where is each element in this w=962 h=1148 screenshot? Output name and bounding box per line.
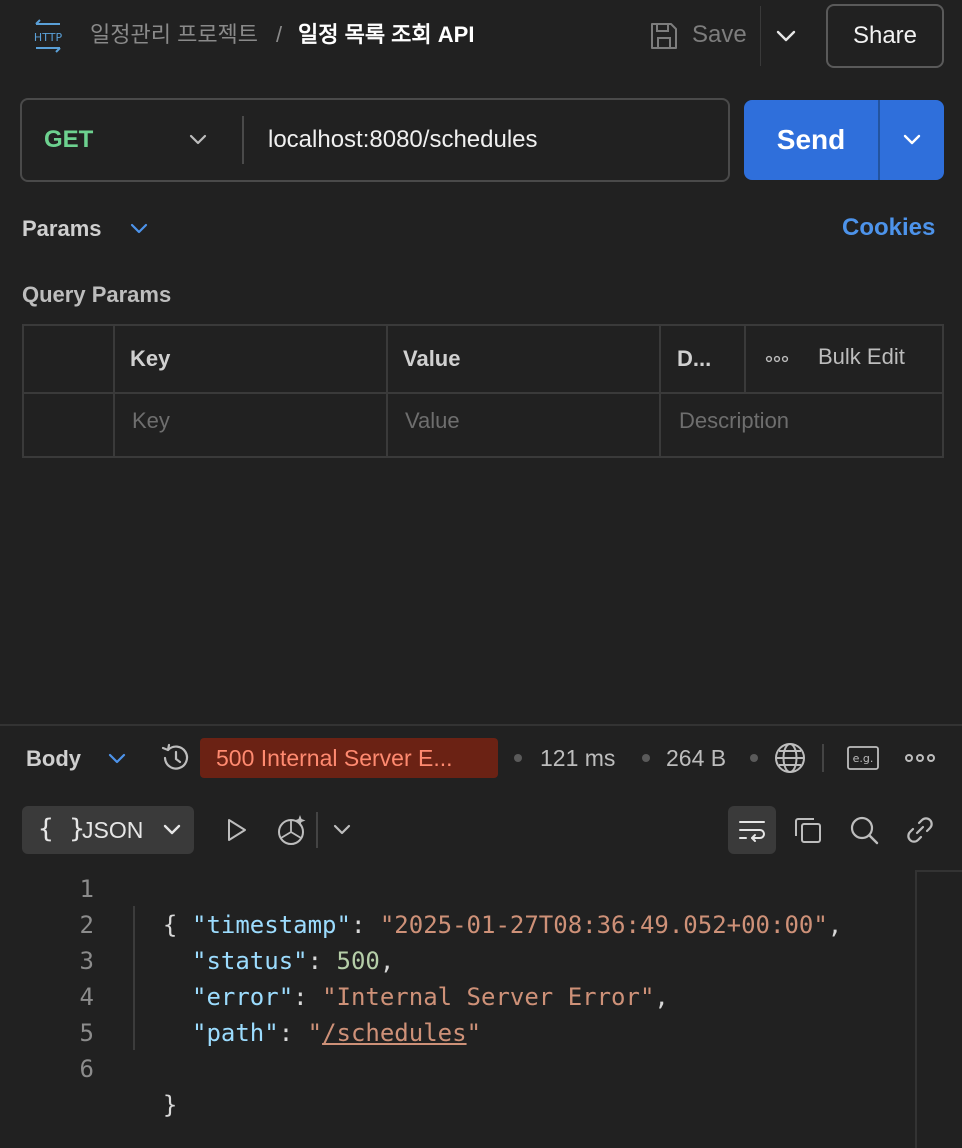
url-divider	[242, 116, 244, 164]
svg-text:HTTP: HTTP	[34, 31, 63, 44]
line-number: 6	[79, 1055, 94, 1083]
code-line: "status": 500,	[192, 947, 395, 975]
code-panel-border	[915, 870, 962, 872]
play-icon[interactable]	[220, 814, 252, 846]
cookies-link[interactable]: Cookies	[842, 212, 935, 244]
line-number: 5	[79, 1019, 94, 1047]
svg-text:e.g.: e.g.	[853, 752, 874, 765]
method-chevron-down-icon[interactable]	[184, 126, 212, 154]
format-chevron-down-icon[interactable]	[158, 816, 186, 844]
http-icon: HTTP	[30, 18, 66, 54]
chevron-down-icon	[903, 134, 921, 145]
history-icon[interactable]	[158, 740, 194, 776]
meta-separator	[750, 754, 758, 762]
meta-separator	[514, 754, 522, 762]
send-button[interactable]: Send	[744, 100, 878, 180]
example-icon[interactable]: e.g.	[846, 744, 880, 772]
response-time[interactable]: 121 ms	[540, 742, 615, 774]
json-string-value: "2025-01-27T08:36:49.052+00:00"	[379, 911, 828, 939]
body-chevron-down-icon[interactable]	[104, 746, 130, 772]
code-line: {	[134, 871, 177, 943]
save-button[interactable]: Save	[692, 20, 747, 50]
json-number-value: 500	[336, 947, 380, 975]
visualize-icon[interactable]	[272, 812, 310, 848]
code-line: "path": "/schedules"	[192, 1019, 482, 1047]
status-badge[interactable]: 500 Internal Server E...	[200, 738, 498, 778]
save-options-chevron-down-icon[interactable]	[770, 22, 802, 50]
code-scrollbar[interactable]	[915, 870, 917, 1148]
meta-separator	[642, 754, 650, 762]
wrap-icon	[739, 821, 765, 842]
breadcrumb-parent[interactable]: 일정관리 프로젝트	[90, 20, 258, 50]
breadcrumb-current[interactable]: 일정 목록 조회 API	[298, 20, 474, 50]
tab-body[interactable]: Body	[26, 744, 81, 774]
code-line: }	[134, 1051, 177, 1123]
response-divider[interactable]	[0, 724, 962, 726]
save-icon[interactable]	[648, 20, 680, 52]
json-brace: }	[162, 1091, 178, 1119]
code-line: "timestamp": "2025-01-27T08:36:49.052+00…	[192, 911, 843, 939]
send-options-button[interactable]	[880, 100, 944, 180]
json-key: "path"	[192, 1019, 279, 1047]
json-string-quote: "	[307, 1019, 323, 1047]
bulk-edit-button[interactable]: Bulk Edit	[818, 342, 905, 372]
json-brace: {	[162, 911, 178, 939]
response-size[interactable]: 264 B	[666, 742, 726, 774]
column-header-value: Value	[403, 346, 461, 371]
line-number: 2	[79, 911, 94, 939]
json-braces-icon: { }	[38, 814, 85, 844]
breadcrumb-separator: /	[276, 22, 283, 47]
line-number: 1	[79, 875, 94, 903]
toolbar-divider	[316, 812, 318, 848]
globe-icon[interactable]	[772, 740, 808, 776]
search-icon[interactable]	[846, 812, 882, 848]
save-divider	[760, 6, 761, 66]
copy-icon[interactable]	[790, 812, 826, 848]
share-button[interactable]: Share	[826, 4, 944, 68]
url-input[interactable]: localhost:8080/schedules	[268, 124, 538, 156]
more-icon[interactable]	[904, 744, 936, 772]
method-select[interactable]: GET	[44, 124, 93, 156]
visualize-chevron-down-icon[interactable]	[328, 816, 356, 844]
link-icon[interactable]	[902, 812, 938, 848]
json-string-value: "Internal Server Error"	[322, 983, 655, 1011]
json-key: "status"	[192, 947, 308, 975]
json-key: "timestamp"	[192, 911, 351, 939]
json-path-link[interactable]: /schedules	[322, 1019, 467, 1047]
dots-icon[interactable]	[764, 346, 790, 372]
description-input[interactable]: Description	[679, 406, 789, 436]
format-label[interactable]: JSON	[82, 814, 143, 846]
column-header-key: Key	[130, 346, 171, 371]
key-input[interactable]: Key	[132, 406, 170, 436]
params-chevron-down-icon[interactable]	[126, 216, 152, 242]
line-number: 3	[79, 947, 94, 975]
json-key: "error"	[192, 983, 294, 1011]
value-input[interactable]: Value	[405, 406, 460, 436]
toolbar-divider	[822, 744, 824, 772]
query-params-title: Query Params	[22, 282, 172, 307]
wrap-lines-button[interactable]	[728, 806, 776, 854]
tab-params[interactable]: Params	[22, 214, 102, 244]
code-line: "error": "Internal Server Error",	[192, 983, 669, 1011]
column-header-description: D...	[677, 346, 712, 371]
line-number: 4	[79, 983, 94, 1011]
json-string-quote: "	[466, 1019, 482, 1047]
